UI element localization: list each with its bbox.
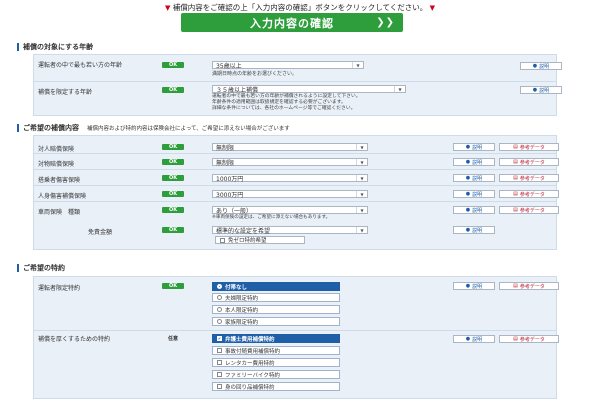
help-button[interactable]: ● 説明 [520,86,562,94]
driver-limit-option-none[interactable]: 付帯なし [212,282,340,291]
property-damage-select[interactable]: 無制限 ▼ [212,158,368,167]
property-damage-label: 対物賠償保険 [38,161,75,168]
driver-age-label: 運転者の中で最も若い方の年齢 [38,62,123,69]
bodily-injury-select[interactable]: 無制限 ▼ [212,143,368,152]
chevron-down-icon: ▼ [356,191,367,197]
personal-injury-select[interactable]: 3000万円 ▼ [212,190,368,199]
vehicle-insurance-label: 車両保険 種類 [38,209,81,216]
checkmark-icon: ✔ [217,336,222,341]
document-icon: ▤ [513,283,518,289]
rider-family-bike-checkbox[interactable]: ファミリーバイク特約 [212,370,340,379]
status-badge: OK [162,207,184,213]
info-icon: ● [532,87,538,93]
bodily-injury-label: 対人賠償保険 [38,146,75,153]
info-icon: ● [465,336,471,342]
rider-rental-car-checkbox[interactable]: レンタカー費用特約 [212,358,340,367]
help-button[interactable]: ● 説明 [453,335,495,343]
optional-badge: 任意 [167,336,178,342]
rider-accident-expense-checkbox[interactable]: 事故付随費用補償特約 [212,346,340,355]
extra-coverage-label: 補償を厚くするための特約 [38,336,111,343]
reference-data-button[interactable]: ▤ 参考データ [499,190,559,198]
info-icon: ● [465,207,471,213]
reference-data-button[interactable]: ▤ 参考データ [499,335,559,343]
reference-data-button[interactable]: ▤ 参考データ [499,174,559,182]
driver-limit-option-couple[interactable]: 夫婦限定特約 [212,293,340,302]
help-button[interactable]: ● 説明 [453,226,495,234]
status-badge: OK [162,227,184,233]
document-icon: ▤ [513,159,518,165]
rider-personal-belongings-checkbox[interactable]: 身の回り品補償特約 [212,382,340,391]
chevron-down-icon: ▼ [356,207,367,213]
help-button[interactable]: ● 説明 [453,158,495,166]
zero-deductible-checkbox[interactable]: 免ゼロ特約希望 [215,236,305,244]
chevron-down-icon: ▼ [356,144,367,150]
section-age-title: 補償の対象にする年齢 [17,42,93,52]
age-limit-select[interactable]: ３５歳以上補償 ▼ [212,85,406,94]
chevron-down-icon: ▼ [356,175,367,181]
info-icon: ● [465,227,471,233]
help-button[interactable]: ● 説明 [453,206,495,214]
info-icon: ● [465,144,471,150]
help-button[interactable]: ● 説明 [520,62,562,70]
age-limit-note: 運転者の中で最も若い方の年齢が補償されるように設定して下さい。 年齢条件の適用範… [212,94,361,111]
status-badge: OK [162,87,184,93]
status-badge: OK [162,191,184,197]
vehicle-insurance-note: ※車両保険の設定は、ご希望に添えない場合もあります。 [212,215,331,220]
deductible-select[interactable]: 標準的な設定を希望 ▼ [212,226,368,235]
info-icon: ● [465,283,471,289]
reference-data-button[interactable]: ▤ 参考データ [499,143,559,151]
help-button[interactable]: ● 説明 [453,190,495,198]
help-button[interactable]: ● 説明 [453,143,495,151]
chevron-down-icon: ▼ [394,86,405,92]
driver-limit-option-self[interactable]: 本人限定特約 [212,305,340,314]
chevron-down-icon: ▼ [356,159,367,165]
reference-data-button[interactable]: ▤ 参考データ [499,158,559,166]
chevron-down-icon: ▼ [356,227,367,233]
info-icon: ● [532,63,538,69]
document-icon: ▤ [513,175,518,181]
driver-age-select[interactable]: 35歳以上 ▼ [212,61,364,70]
passenger-injury-select[interactable]: 1000万円 ▼ [212,174,368,183]
double-chevron-right-icon: ❯❯ [376,17,395,28]
triangle-down-icon: ▼ [164,4,171,12]
driver-limit-label: 運転者限定特約 [38,285,81,292]
status-badge: OK [162,62,184,68]
help-button[interactable]: ● 説明 [453,174,495,182]
rider-lawyer-fee-checkbox[interactable]: ✔ 弁護士費用補償特約 [212,334,340,343]
document-icon: ▤ [513,191,518,197]
info-icon: ● [465,175,471,181]
chevron-down-icon: ▼ [352,62,363,68]
vehicle-insurance-select[interactable]: あり（一般） ▼ [212,206,368,215]
deductible-label: 免責金額 [88,229,113,236]
info-icon: ● [465,191,471,197]
document-icon: ▤ [513,207,518,213]
confirm-input-button[interactable]: 入力内容の確認 ❯❯ [181,13,403,32]
section-coverage-title: ご希望の補償内容 補償内容および特約内容は保険会社によって、ご希望に添えない場合… [17,123,290,133]
status-badge: OK [162,175,184,181]
instruction-notice: ▼ 補償内容をご確認の上「入力内容の確認」ボタンをクリックしてください。 ▼ [164,3,436,12]
help-button[interactable]: ● 説明 [453,282,495,290]
age-limit-label: 補償を限定する年齢 [38,89,93,96]
section-riders-title: ご希望の特約 [17,263,65,273]
driver-age-note: 満期日時点の年齢をお選びください。 [212,71,298,77]
status-badge: OK [162,144,184,150]
passenger-injury-label: 搭乗者傷害保険 [38,177,81,184]
status-badge: OK [162,159,184,165]
info-icon: ● [465,159,471,165]
triangle-down-icon: ▼ [429,4,436,12]
reference-data-button[interactable]: ▤ 参考データ [499,282,559,290]
personal-injury-label: 人身傷害補償保険 [38,193,87,200]
reference-data-button[interactable]: ▤ 参考データ [499,206,559,214]
document-icon: ▤ [513,144,518,150]
document-icon: ▤ [513,336,518,342]
status-badge: OK [162,283,184,289]
driver-limit-option-family[interactable]: 家族限定特約 [212,317,340,326]
